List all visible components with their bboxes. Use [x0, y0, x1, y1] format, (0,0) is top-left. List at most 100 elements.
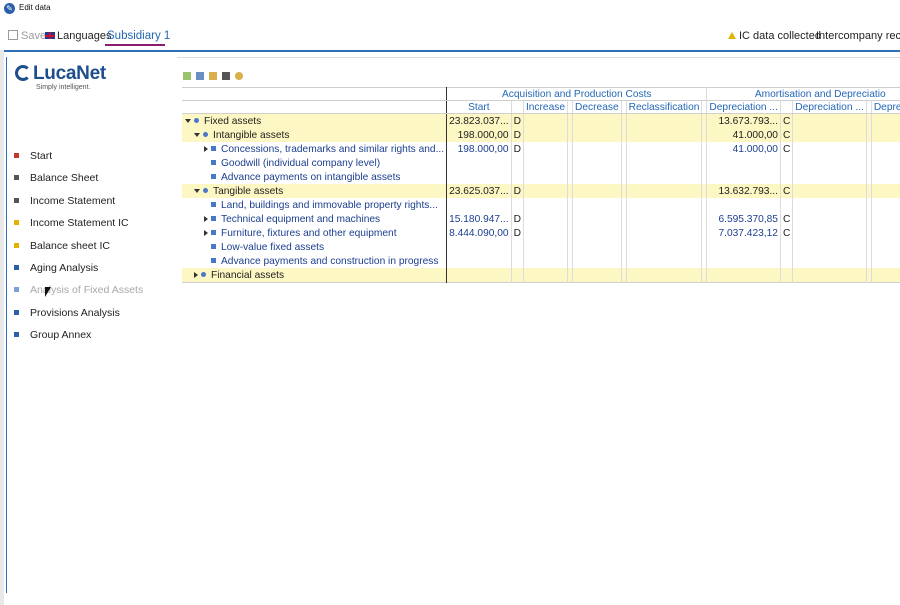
column-header-increase[interactable]: Increase [523, 100, 569, 114]
cell-start[interactable] [446, 254, 512, 268]
cell-decrease[interactable] [572, 268, 622, 283]
cell-start[interactable]: 198.000,00 [446, 128, 512, 142]
cell-depreciation[interactable]: 6.595.370,85 [706, 212, 781, 226]
cell-depreciation[interactable] [706, 254, 781, 268]
expand-icon[interactable] [204, 215, 208, 222]
sidebar-item-analysis-of-fixed-assets[interactable]: Analysis of Fixed Assets [14, 279, 143, 301]
save-button[interactable]: Save [8, 30, 46, 42]
cell-depreciation[interactable] [706, 170, 781, 184]
collapse-icon[interactable] [194, 132, 200, 137]
cell-reclassification[interactable] [626, 212, 703, 226]
sidebar-item-group-annex[interactable]: Group Annex [14, 324, 143, 346]
cell-depreciation-3[interactable] [871, 184, 900, 198]
cell-depreciation-3[interactable] [871, 128, 900, 142]
intercompany-button[interactable]: Intercompany recor [816, 30, 900, 42]
cell-decrease[interactable] [572, 156, 622, 170]
cell-increase[interactable] [523, 240, 569, 254]
cell-reclassification[interactable] [626, 226, 703, 240]
cell-depreciation-3[interactable] [871, 113, 900, 128]
cell-start[interactable] [446, 156, 512, 170]
cell-start[interactable]: 15.180.947... [446, 212, 512, 226]
table-row[interactable]: Low-value fixed assets [182, 240, 900, 254]
cell-increase[interactable] [523, 212, 569, 226]
cell-reclassification[interactable] [626, 240, 703, 254]
sidebar-item-income-statement-ic[interactable]: Income Statement IC [14, 212, 143, 234]
column-header-decrease[interactable]: Decrease [572, 100, 622, 114]
cell-reclassification[interactable] [626, 142, 703, 156]
collapse-icon[interactable] [185, 118, 191, 123]
column-header-reclassification[interactable]: Reclassification [626, 100, 703, 114]
cell-start[interactable] [446, 268, 512, 283]
cell-start[interactable]: 198.000,00 [446, 142, 512, 156]
table-row[interactable]: Furniture, fixtures and other equipment … [182, 226, 900, 240]
search-icon[interactable] [235, 72, 243, 81]
table-row[interactable]: Goodwill (individual company level) [182, 156, 900, 170]
column-header-depreciation-3[interactable]: Depreciation [871, 100, 900, 114]
cell-start[interactable] [446, 198, 512, 212]
sidebar-item-provisions-analysis[interactable]: Provisions Analysis [14, 302, 143, 324]
cell-depreciation-3[interactable] [871, 268, 900, 283]
cell-depreciation-3[interactable] [871, 198, 900, 212]
table-row[interactable]: Advance payments on intangible assets [182, 170, 900, 184]
cell-depreciation[interactable] [706, 240, 781, 254]
table-row[interactable]: Concessions, trademarks and similar righ… [182, 142, 900, 156]
cell-start[interactable]: 8.444.090,00 [446, 226, 512, 240]
cell-reclassification[interactable] [626, 184, 703, 198]
cell-decrease[interactable] [572, 142, 622, 156]
table-row[interactable]: Fixed assets 23.823.037... D 13.673.793..… [182, 113, 900, 128]
cell-increase[interactable] [523, 184, 569, 198]
subsidiary-tab[interactable]: Subsidiary 1 [107, 30, 170, 42]
languages-button[interactable]: Languages [45, 30, 111, 42]
cell-depreciation[interactable] [706, 268, 781, 283]
cell-depreciation-2[interactable] [792, 254, 867, 268]
settings-icon[interactable] [209, 72, 217, 81]
cell-increase[interactable] [523, 268, 569, 283]
cell-depreciation-3[interactable] [871, 240, 900, 254]
cell-depreciation[interactable]: 41.000,00 [706, 142, 781, 156]
cell-depreciation-2[interactable] [792, 113, 867, 128]
table-row[interactable]: Technical equipment and machines 15.180.… [182, 212, 900, 226]
new-icon[interactable] [183, 72, 191, 81]
column-header-start[interactable]: Start [446, 100, 512, 114]
table-row[interactable]: Advance payments and construction in pro… [182, 254, 900, 268]
cell-increase[interactable] [523, 113, 569, 128]
cell-depreciation[interactable]: 13.632.793... [706, 184, 781, 198]
cell-increase[interactable] [523, 226, 569, 240]
cell-depreciation[interactable] [706, 156, 781, 170]
cell-increase[interactable] [523, 254, 569, 268]
table-row[interactable]: Tangible assets 23.625.037... D 13.632.79… [182, 184, 900, 198]
table-row[interactable]: Financial assets [182, 268, 900, 283]
cell-depreciation-3[interactable] [871, 254, 900, 268]
cell-reclassification[interactable] [626, 156, 703, 170]
sidebar-item-aging-analysis[interactable]: Aging Analysis [14, 257, 143, 279]
print-icon[interactable] [222, 72, 230, 81]
cell-decrease[interactable] [572, 226, 622, 240]
cell-decrease[interactable] [572, 212, 622, 226]
sidebar-item-start[interactable]: Start [14, 145, 143, 167]
cell-decrease[interactable] [572, 170, 622, 184]
cell-reclassification[interactable] [626, 254, 703, 268]
cell-depreciation-2[interactable] [792, 268, 867, 283]
sidebar-item-income-statement[interactable]: Income Statement [14, 190, 143, 212]
cell-reclassification[interactable] [626, 113, 703, 128]
cell-reclassification[interactable] [626, 198, 703, 212]
expand-icon[interactable] [204, 145, 208, 152]
cell-increase[interactable] [523, 156, 569, 170]
cell-decrease[interactable] [572, 113, 622, 128]
table-row[interactable]: Land, buildings and immovable property r… [182, 198, 900, 212]
cell-depreciation-2[interactable] [792, 142, 867, 156]
sidebar-item-balance-sheet[interactable]: Balance Sheet [14, 167, 143, 189]
cell-decrease[interactable] [572, 254, 622, 268]
cell-depreciation-3[interactable] [871, 170, 900, 184]
open-folder-icon[interactable] [196, 72, 204, 81]
cell-decrease[interactable] [572, 184, 622, 198]
cell-depreciation-2[interactable] [792, 240, 867, 254]
cell-increase[interactable] [523, 198, 569, 212]
cell-reclassification[interactable] [626, 170, 703, 184]
cell-decrease[interactable] [572, 198, 622, 212]
cell-start[interactable]: 23.625.037... [446, 184, 512, 198]
cell-start[interactable] [446, 170, 512, 184]
cell-start[interactable]: 23.823.037... [446, 113, 512, 128]
cell-depreciation-3[interactable] [871, 212, 900, 226]
table-row[interactable]: Intangible assets 198.000,00 D 41.000,00 C [182, 128, 900, 142]
